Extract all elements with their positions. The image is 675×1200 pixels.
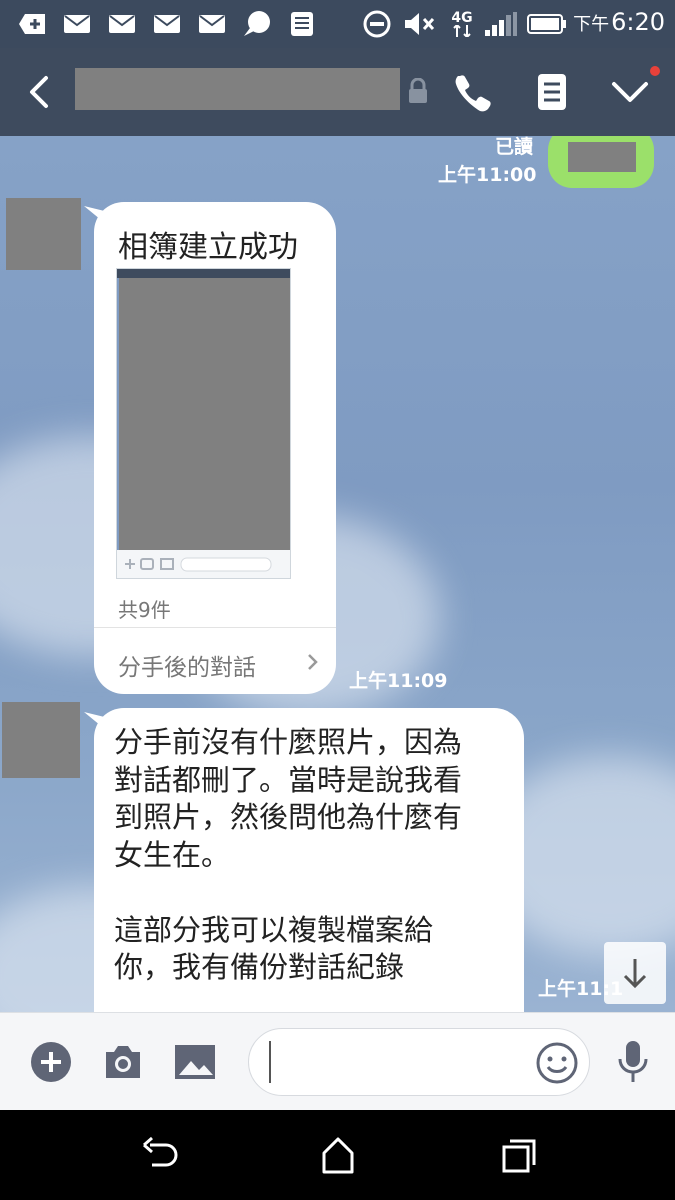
album-thumbnail[interactable] bbox=[116, 268, 291, 579]
scroll-to-bottom-button[interactable] bbox=[604, 942, 666, 1004]
chat-area[interactable]: 已讀 上午11:00 相簿建立成功 共9件 分手後的對話 上午11:09 分手前 bbox=[0, 136, 675, 1012]
text-message-bubble[interactable]: 分手前沒有什麼照片，因為 對話都刪了。當時是說我看 到照片，然後問他為什麼有 女… bbox=[94, 708, 524, 1012]
battery-icon bbox=[526, 10, 568, 38]
sent-message-redacted bbox=[568, 142, 636, 172]
album-link[interactable]: 分手後的對話 bbox=[118, 648, 256, 682]
input-bar bbox=[0, 1012, 675, 1110]
message-input[interactable] bbox=[248, 1028, 590, 1096]
microphone-icon bbox=[618, 1041, 648, 1082]
notification-dot bbox=[650, 66, 660, 76]
camera-button[interactable] bbox=[98, 1039, 148, 1085]
plus-icon bbox=[31, 1042, 71, 1082]
home-icon bbox=[322, 1137, 354, 1174]
contact-name-redacted[interactable] bbox=[75, 68, 400, 110]
status-bar: 4G 下午6:20 bbox=[0, 0, 675, 48]
mail-icon bbox=[107, 10, 137, 38]
image-icon bbox=[175, 1045, 215, 1079]
album-count: 共9件 bbox=[118, 598, 171, 622]
system-nav-bar bbox=[0, 1110, 675, 1200]
message-time: 上午11:09 bbox=[349, 670, 448, 692]
chevron-right-icon bbox=[308, 654, 318, 670]
lock-icon bbox=[407, 77, 429, 104]
network-4g-icon: 4G bbox=[448, 10, 476, 38]
network-label: 4G bbox=[451, 10, 473, 26]
thumbnail-inputbar bbox=[117, 550, 290, 578]
mail-icon bbox=[62, 10, 92, 38]
message-text: 分手前沒有什麼照片，因為 對話都刪了。當時是說我看 到照片，然後問他為什麼有 女… bbox=[114, 725, 463, 984]
message-text-field[interactable] bbox=[277, 1039, 527, 1085]
arrow-down-icon bbox=[623, 959, 647, 989]
add-message-icon bbox=[18, 10, 48, 38]
notes-button[interactable] bbox=[530, 70, 574, 114]
nav-back-icon bbox=[143, 1136, 178, 1167]
sent-message-bubble[interactable] bbox=[548, 136, 654, 188]
notes-icon bbox=[538, 74, 566, 110]
recent-apps-button[interactable] bbox=[496, 1135, 540, 1175]
phone-icon bbox=[455, 75, 491, 112]
camera-icon bbox=[106, 1046, 140, 1078]
chevron-down-icon bbox=[612, 82, 648, 102]
chat-header bbox=[0, 48, 675, 136]
mute-icon bbox=[402, 10, 436, 38]
call-button[interactable] bbox=[450, 70, 494, 114]
chat-bubble-icon bbox=[242, 10, 272, 38]
list-icon bbox=[288, 10, 316, 38]
thumbnail-statusbar bbox=[117, 269, 290, 278]
menu-button[interactable] bbox=[608, 70, 652, 114]
message-time: 上午11:00 bbox=[438, 164, 537, 186]
back-icon bbox=[30, 76, 48, 108]
mail-icon bbox=[197, 10, 227, 38]
text-caret bbox=[269, 1041, 271, 1083]
status-clock: 6:20 bbox=[611, 8, 665, 36]
album-title: 相簿建立成功 bbox=[118, 230, 298, 265]
image-button[interactable] bbox=[170, 1039, 220, 1085]
album-message-bubble[interactable]: 相簿建立成功 共9件 分手後的對話 bbox=[94, 202, 336, 694]
emoji-icon[interactable] bbox=[535, 1041, 579, 1085]
thumbnail-redacted bbox=[119, 278, 290, 550]
status-time: 下午6:20 bbox=[573, 8, 665, 36]
recent-apps-icon bbox=[502, 1139, 536, 1173]
mail-icon bbox=[152, 10, 182, 38]
thumbnail-icons bbox=[125, 557, 272, 572]
home-button[interactable] bbox=[316, 1135, 360, 1175]
add-button[interactable] bbox=[26, 1039, 76, 1085]
status-ampm: 下午 bbox=[573, 14, 610, 35]
do-not-disturb-icon bbox=[362, 10, 392, 38]
read-receipt: 已讀 bbox=[495, 136, 534, 158]
divider bbox=[94, 627, 336, 628]
back-button[interactable] bbox=[20, 70, 60, 114]
signal-icon bbox=[484, 10, 518, 38]
avatar[interactable] bbox=[6, 198, 81, 270]
nav-back-button[interactable] bbox=[138, 1135, 182, 1175]
voice-button[interactable] bbox=[608, 1039, 658, 1085]
avatar[interactable] bbox=[2, 702, 80, 778]
